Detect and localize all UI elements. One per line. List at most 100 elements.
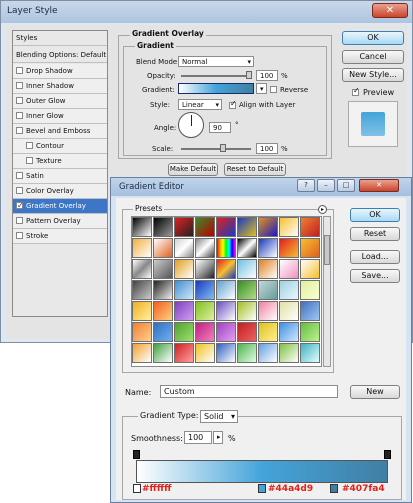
preset-swatch[interactable] [258, 280, 278, 300]
color-stop-mid[interactable] [258, 484, 266, 493]
opacity-stop-right[interactable] [384, 450, 391, 459]
preset-swatch[interactable] [174, 217, 194, 237]
align-with-layer-checkbox[interactable]: ✓ [229, 99, 237, 109]
preset-swatch[interactable] [237, 322, 257, 342]
preset-swatch[interactable] [300, 322, 320, 342]
checkbox[interactable] [16, 232, 23, 239]
preset-swatch[interactable] [153, 301, 173, 321]
checkbox[interactable] [16, 82, 23, 89]
preset-swatch[interactable] [216, 259, 236, 279]
preset-swatch[interactable] [216, 301, 236, 321]
preset-swatch[interactable] [237, 217, 257, 237]
color-stop-white[interactable] [133, 484, 141, 493]
preview-checkbox[interactable]: ✓ [352, 86, 360, 96]
preset-swatch[interactable] [258, 259, 278, 279]
checkbox[interactable] [16, 97, 23, 104]
preset-swatch[interactable] [174, 238, 194, 258]
preset-swatch[interactable] [195, 217, 215, 237]
gradient-bar[interactable] [136, 460, 388, 483]
checkbox[interactable] [16, 172, 23, 179]
preset-swatch[interactable] [258, 238, 278, 258]
style-select[interactable]: Linear ▾ [178, 99, 222, 110]
maximize-icon[interactable]: □ [337, 179, 355, 192]
effect-pattern-overlay[interactable]: Pattern Overlay [13, 214, 107, 229]
preset-swatch[interactable] [195, 343, 215, 363]
reverse-checkbox[interactable] [270, 86, 277, 93]
preset-swatch[interactable] [132, 301, 152, 321]
preset-swatch[interactable] [132, 217, 152, 237]
preset-swatch[interactable] [153, 343, 173, 363]
preset-swatch[interactable] [300, 238, 320, 258]
preset-swatch[interactable] [279, 343, 299, 363]
effect-contour[interactable]: Contour [13, 139, 107, 154]
preset-swatch[interactable] [174, 259, 194, 279]
scale-input[interactable]: 100 [256, 143, 278, 154]
checkbox[interactable] [16, 217, 23, 224]
effect-outer-glow[interactable]: Outer Glow [13, 94, 107, 109]
preset-swatch[interactable] [153, 238, 173, 258]
preset-swatch[interactable] [237, 280, 257, 300]
new-button[interactable]: New [350, 385, 400, 399]
preset-swatch[interactable] [216, 343, 236, 363]
effect-inner-glow[interactable]: Inner Glow [13, 109, 107, 124]
styles-header[interactable]: Styles [13, 31, 107, 46]
effect-color-overlay[interactable]: Color Overlay [13, 184, 107, 199]
preset-swatch[interactable] [279, 238, 299, 258]
preset-swatch[interactable] [174, 280, 194, 300]
preset-swatch[interactable] [279, 322, 299, 342]
scale-slider[interactable] [181, 148, 251, 150]
editor-reset-button[interactable]: Reset [350, 227, 400, 241]
minimize-icon[interactable]: – [317, 179, 335, 192]
load-button[interactable]: Load... [350, 250, 400, 264]
preset-swatch[interactable] [195, 280, 215, 300]
preset-swatch[interactable] [258, 217, 278, 237]
checkbox[interactable] [16, 187, 23, 194]
preset-swatch[interactable] [216, 238, 236, 258]
blending-options-item[interactable]: Blending Options: Default [13, 48, 107, 63]
preset-swatch[interactable] [195, 238, 215, 258]
ok-button[interactable]: OK [342, 31, 404, 45]
cancel-button[interactable]: Cancel [342, 50, 404, 64]
preset-swatch[interactable] [195, 322, 215, 342]
preset-swatch[interactable] [153, 280, 173, 300]
preset-swatch[interactable] [300, 280, 320, 300]
preset-swatch[interactable] [174, 322, 194, 342]
opacity-stop-left[interactable] [133, 450, 140, 459]
color-stop-right[interactable] [330, 484, 338, 493]
checkbox[interactable] [26, 157, 33, 164]
name-input[interactable]: Custom [160, 385, 338, 398]
opacity-input[interactable]: 100 [256, 70, 278, 81]
preset-swatch[interactable] [300, 217, 320, 237]
effect-satin[interactable]: Satin [13, 169, 107, 184]
preset-swatch[interactable] [132, 280, 152, 300]
save-button[interactable]: Save... [350, 269, 400, 283]
preset-swatch[interactable] [258, 322, 278, 342]
preset-swatch[interactable] [153, 322, 173, 342]
opacity-slider-thumb[interactable] [246, 71, 252, 79]
preset-swatch[interactable] [216, 322, 236, 342]
preset-swatch[interactable] [300, 301, 320, 321]
preset-swatch[interactable] [216, 280, 236, 300]
checkbox[interactable] [16, 67, 23, 74]
preset-swatch[interactable] [237, 301, 257, 321]
angle-input[interactable]: 90 [209, 122, 231, 133]
checkbox-checked[interactable] [16, 199, 24, 213]
presets-scrollbar[interactable] [323, 216, 331, 367]
editor-close-icon[interactable]: ✕ [359, 179, 399, 192]
preset-swatch[interactable] [174, 343, 194, 363]
preset-swatch[interactable] [195, 259, 215, 279]
preset-swatch[interactable] [132, 238, 152, 258]
preset-swatch[interactable] [237, 343, 257, 363]
preset-swatch[interactable] [258, 301, 278, 321]
gradient-swatch[interactable] [178, 83, 254, 94]
preset-swatch[interactable] [300, 259, 320, 279]
preset-swatch[interactable] [279, 280, 299, 300]
preset-swatch[interactable] [132, 322, 152, 342]
effect-stroke[interactable]: Stroke [13, 229, 107, 244]
effect-drop-shadow[interactable]: Drop Shadow [13, 64, 107, 79]
presets-menu-icon[interactable]: ▸ [318, 205, 327, 214]
opacity-slider[interactable] [181, 75, 251, 77]
gradient-picker-button[interactable]: ▾ [256, 83, 267, 94]
effect-gradient-overlay[interactable]: Gradient Overlay [13, 199, 107, 214]
gradient-type-select[interactable]: Solid ▾ [200, 410, 238, 423]
